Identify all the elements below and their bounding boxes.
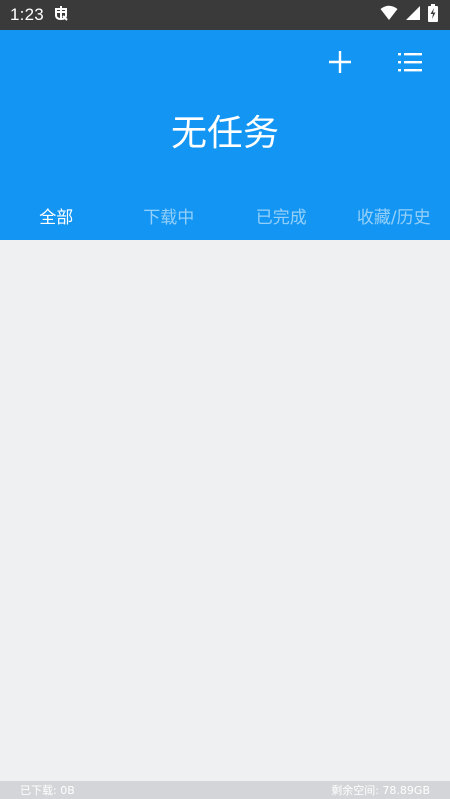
task-list-area bbox=[0, 240, 450, 781]
tab-all[interactable]: 全部 bbox=[0, 202, 113, 240]
empty-state-title: 无任务 bbox=[170, 113, 279, 154]
menu-button[interactable] bbox=[396, 50, 424, 78]
wifi-icon bbox=[380, 5, 398, 25]
downloaded-size: 已下载: 0B bbox=[20, 784, 75, 797]
tab-bar: 全部 下载中 已完成 收藏/历史 bbox=[0, 202, 450, 240]
plus-icon bbox=[328, 50, 352, 78]
list-icon bbox=[398, 51, 422, 77]
status-bar: 1:23 bbox=[0, 0, 450, 30]
tab-downloading[interactable]: 下载中 bbox=[113, 202, 226, 240]
status-left: 1:23 bbox=[10, 4, 70, 27]
header: 无任务 全部 下载中 已完成 收藏/历史 bbox=[0, 30, 450, 240]
free-space: 剩余空间: 78.89GB bbox=[331, 784, 430, 797]
status-time: 1:23 bbox=[10, 5, 44, 24]
storage-footer: 已下载: 0B 剩余空间: 78.89GB bbox=[0, 781, 450, 799]
tab-completed[interactable]: 已完成 bbox=[225, 202, 338, 240]
status-right bbox=[380, 4, 438, 26]
add-task-button[interactable] bbox=[326, 50, 354, 78]
battery-charging-icon bbox=[428, 4, 438, 26]
signal-icon bbox=[405, 5, 421, 25]
tab-favorites-history[interactable]: 收藏/历史 bbox=[338, 202, 450, 240]
bug-icon bbox=[52, 4, 70, 27]
